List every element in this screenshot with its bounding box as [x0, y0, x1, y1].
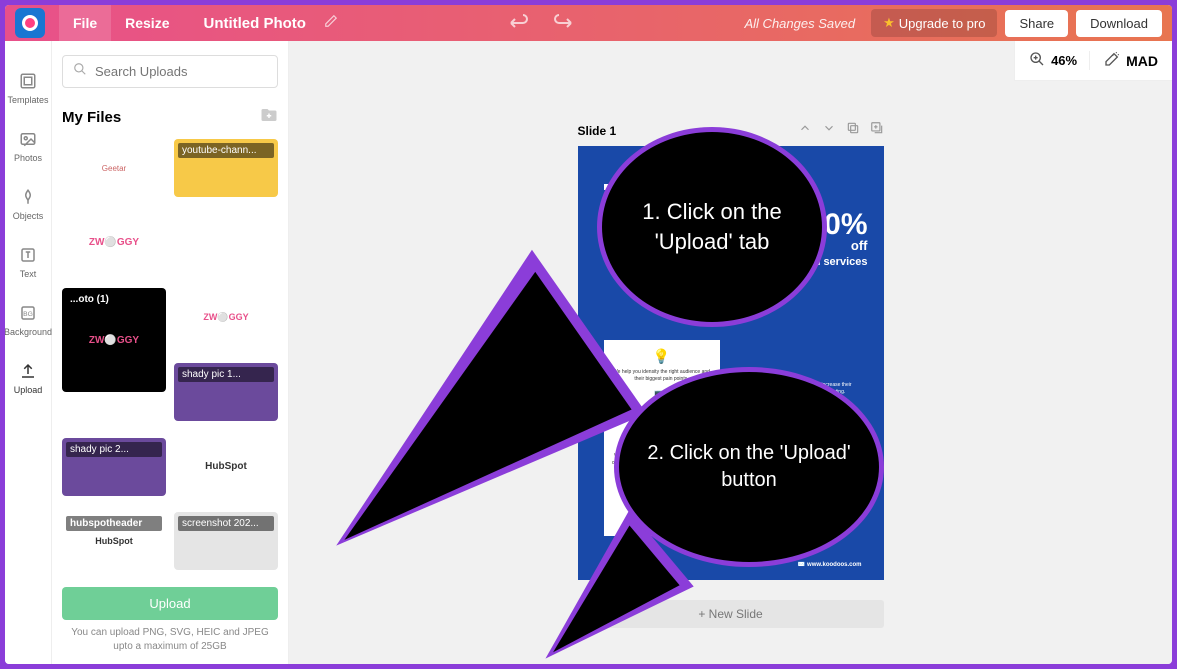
- my-files-heading: My Files: [62, 109, 121, 126]
- share-button[interactable]: Share: [1005, 10, 1068, 37]
- background-icon: BG: [18, 303, 38, 323]
- slide-title: Slide 1: [578, 124, 617, 138]
- nav-text[interactable]: Text: [5, 233, 51, 291]
- upgrade-button[interactable]: ★ Upgrade to pro: [871, 9, 997, 37]
- nav-objects[interactable]: Objects: [5, 175, 51, 233]
- nav-photos[interactable]: Photos: [5, 117, 51, 175]
- file-thumb[interactable]: ...oto (1)ZW⚪GGY: [62, 288, 166, 392]
- app-logo[interactable]: [15, 8, 45, 38]
- photos-icon: [18, 129, 38, 149]
- nav-templates[interactable]: Templates: [5, 59, 51, 117]
- file-thumb[interactable]: hubspotheaderHubSpot: [62, 512, 166, 570]
- file-thumb[interactable]: Geetar: [62, 139, 166, 197]
- wand-icon: [1104, 51, 1120, 70]
- edit-title-icon[interactable]: [324, 14, 338, 33]
- search-box[interactable]: [62, 55, 278, 88]
- templates-icon: [18, 71, 38, 91]
- canvas-area: 46% MAD Slide 1: [289, 41, 1172, 664]
- svg-text:BG: BG: [23, 311, 33, 318]
- save-status: All Changes Saved: [745, 16, 856, 31]
- upload-icon: [18, 361, 38, 381]
- mad-button[interactable]: MAD: [1089, 51, 1158, 70]
- file-thumb[interactable]: youtube-chann...: [174, 139, 278, 197]
- nav-background[interactable]: BG Background: [5, 291, 51, 349]
- doc-title: Untitled Photo: [203, 15, 305, 32]
- file-thumb[interactable]: [174, 214, 278, 272]
- file-thumb[interactable]: screenshot 202...: [174, 512, 278, 570]
- upload-button[interactable]: Upload: [62, 587, 278, 620]
- add-folder-icon[interactable]: [260, 106, 278, 129]
- uploads-sidebar: My Files Geetar youtube-chann... ZW⚪GGY …: [52, 41, 289, 664]
- search-icon: [73, 62, 87, 81]
- zoom-control[interactable]: 46%: [1029, 51, 1077, 70]
- duplicate-icon[interactable]: [846, 121, 860, 140]
- nav-upload[interactable]: Upload: [5, 349, 51, 407]
- files-grid: Geetar youtube-chann... ZW⚪GGY ...oto (1…: [62, 139, 278, 579]
- callout-2: 2. Click on the 'Upload' button: [614, 367, 884, 567]
- download-button[interactable]: Download: [1076, 10, 1162, 37]
- objects-icon: [18, 187, 38, 207]
- file-thumb[interactable]: ZW⚪GGY: [174, 288, 278, 346]
- app-header: File Resize Untitled Photo All Changes S…: [5, 5, 1172, 41]
- callout-1: 1. Click on the 'Upload' tab: [597, 127, 827, 327]
- zoom-icon: [1029, 51, 1045, 70]
- move-down-icon[interactable]: [822, 121, 836, 140]
- file-menu[interactable]: File: [59, 5, 111, 41]
- resize-menu[interactable]: Resize: [111, 5, 183, 41]
- file-thumb[interactable]: shady pic 2...: [62, 438, 166, 496]
- move-up-icon[interactable]: [798, 121, 812, 140]
- file-thumb[interactable]: shady pic 1...: [174, 363, 278, 421]
- star-icon: ★: [883, 15, 895, 31]
- add-slide-icon[interactable]: [870, 121, 884, 140]
- undo-icon[interactable]: [507, 13, 531, 34]
- left-nav: Templates Photos Objects Text BG Backgro…: [5, 41, 52, 664]
- upload-hint: You can upload PNG, SVG, HEIC and JPEG u…: [62, 626, 278, 664]
- redo-icon[interactable]: [551, 13, 575, 34]
- canvas-toolbar: 46% MAD: [1014, 41, 1172, 81]
- file-thumb[interactable]: ZW⚪GGY: [62, 214, 166, 272]
- text-icon: [18, 245, 38, 265]
- search-input[interactable]: [95, 64, 271, 79]
- file-thumb[interactable]: HubSpot: [174, 438, 278, 496]
